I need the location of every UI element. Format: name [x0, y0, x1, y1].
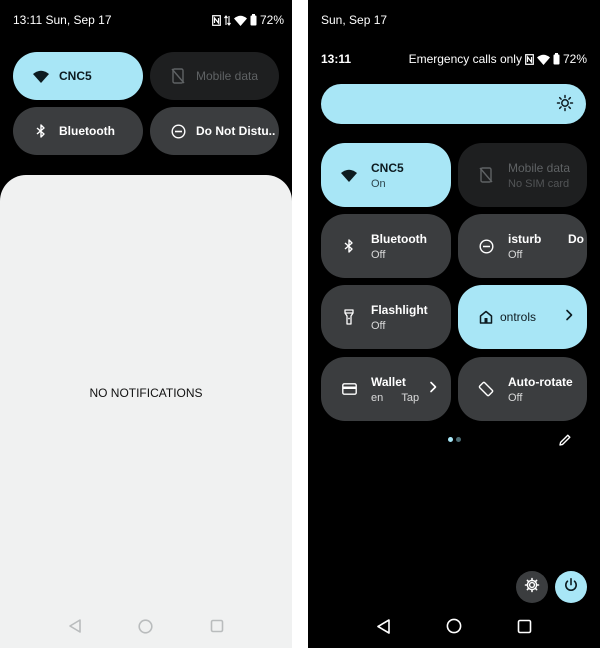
tile-bluetooth[interactable]: Bluetooth: [13, 107, 143, 155]
tile-state: On: [371, 177, 386, 190]
do-not-disturb-icon: [168, 121, 188, 141]
nav-bar: [308, 604, 600, 648]
tile-label: Mobile data: [196, 69, 259, 83]
mobile-data-off-icon: [168, 66, 188, 86]
tile-label: Mobile data: [508, 160, 571, 175]
tile-state: Off: [371, 248, 386, 261]
tile-state: Off: [371, 319, 386, 332]
power-icon: [563, 577, 579, 598]
recents-icon[interactable]: [517, 619, 532, 634]
wifi-icon: [536, 54, 550, 65]
status-icons: 72%: [212, 13, 284, 27]
phone-right: Sun, Sep 17 13:11 Emergency calls only 7…: [308, 0, 600, 648]
flashlight-icon: [339, 307, 359, 327]
header-time: 13:11: [321, 52, 352, 66]
bluetooth-icon: [31, 121, 51, 141]
power-button[interactable]: [555, 571, 587, 603]
page-dot-active: [448, 437, 453, 442]
tile-auto-rotate[interactable]: Auto-rotate Off: [458, 357, 587, 421]
data-arrows-icon: [224, 14, 231, 26]
tile-label: Auto-rotate: [508, 374, 573, 389]
nfc-icon: [212, 14, 221, 26]
tile-label: Bluetooth: [371, 231, 427, 246]
home-nav-icon[interactable]: [138, 618, 154, 634]
no-notifications-text: NO NOTIFICATIONS: [89, 386, 203, 400]
home-icon: [476, 307, 496, 327]
home-nav-icon[interactable]: [446, 618, 462, 634]
page-indicator: [448, 437, 461, 442]
nfc-icon: [525, 53, 534, 65]
do-not-disturb-icon: [476, 236, 496, 256]
tile-bluetooth[interactable]: Bluetooth Off: [321, 214, 451, 278]
edit-icon[interactable]: [558, 433, 572, 452]
tile-label: Bluetooth: [59, 124, 115, 138]
bluetooth-icon: [339, 236, 359, 256]
tile-label: CNC5: [371, 160, 404, 175]
brightness-icon: [556, 94, 574, 117]
wallet-icon: [339, 379, 359, 399]
tile-state: Off: [508, 391, 523, 404]
page-dot: [456, 437, 461, 442]
wifi-icon: [234, 15, 247, 26]
status-time-date: 13:11 Sun, Sep 17: [13, 13, 112, 27]
tile-wifi[interactable]: CNC5 On: [321, 143, 451, 207]
tile-state: Off: [508, 248, 523, 261]
phone-left: 13:11 Sun, Sep 17 72% CNC5 Mobile data B…: [0, 0, 292, 648]
tile-label: Do Not Distu..: [196, 124, 276, 138]
wifi-icon: [339, 165, 359, 185]
notification-shade: NO NOTIFICATIONS: [0, 175, 292, 648]
carrier-text: Emergency calls only: [408, 52, 522, 66]
tile-label: isturb Do: [508, 231, 585, 246]
battery-icon: [553, 53, 560, 65]
battery-percent: 72%: [260, 13, 285, 27]
tile-label: Flashlight: [371, 302, 428, 317]
back-icon[interactable]: [68, 619, 82, 633]
tile-do-not-disturb[interactable]: isturb Do Off: [458, 214, 587, 278]
tile-label: CNC5: [59, 69, 92, 83]
tile-label: Wallet: [371, 374, 406, 389]
chevron-right-icon: [429, 380, 437, 398]
auto-rotate-icon: [476, 379, 496, 399]
chevron-right-icon: [565, 308, 573, 326]
tile-state: en Tap: [371, 391, 420, 404]
header-date: Sun, Sep 17: [321, 13, 388, 27]
brightness-slider[interactable]: [321, 84, 586, 124]
battery-percent: 72%: [562, 52, 587, 66]
wifi-icon: [31, 66, 51, 86]
settings-icon: [524, 577, 540, 598]
tile-mobile-data[interactable]: Mobile data: [150, 52, 279, 100]
battery-icon: [250, 14, 257, 26]
tile-mobile-data[interactable]: Mobile data No SIM card: [458, 143, 587, 207]
status-icons: Emergency calls only 72%: [409, 52, 587, 66]
tile-wifi[interactable]: CNC5: [13, 52, 143, 100]
tile-label: ontrols: [500, 310, 537, 324]
nav-bar: [0, 604, 292, 648]
tile-flashlight[interactable]: Flashlight Off: [321, 285, 451, 349]
recents-icon[interactable]: [210, 619, 224, 633]
settings-button[interactable]: [516, 571, 548, 603]
mobile-data-off-icon: [476, 165, 496, 185]
tile-do-not-disturb[interactable]: Do Not Distu..: [150, 107, 279, 155]
tile-wallet[interactable]: Wallet en Tap: [321, 357, 451, 421]
back-icon[interactable]: [376, 618, 391, 634]
tile-state: No SIM card: [508, 177, 570, 190]
tile-home-controls[interactable]: ontrols: [458, 285, 587, 349]
